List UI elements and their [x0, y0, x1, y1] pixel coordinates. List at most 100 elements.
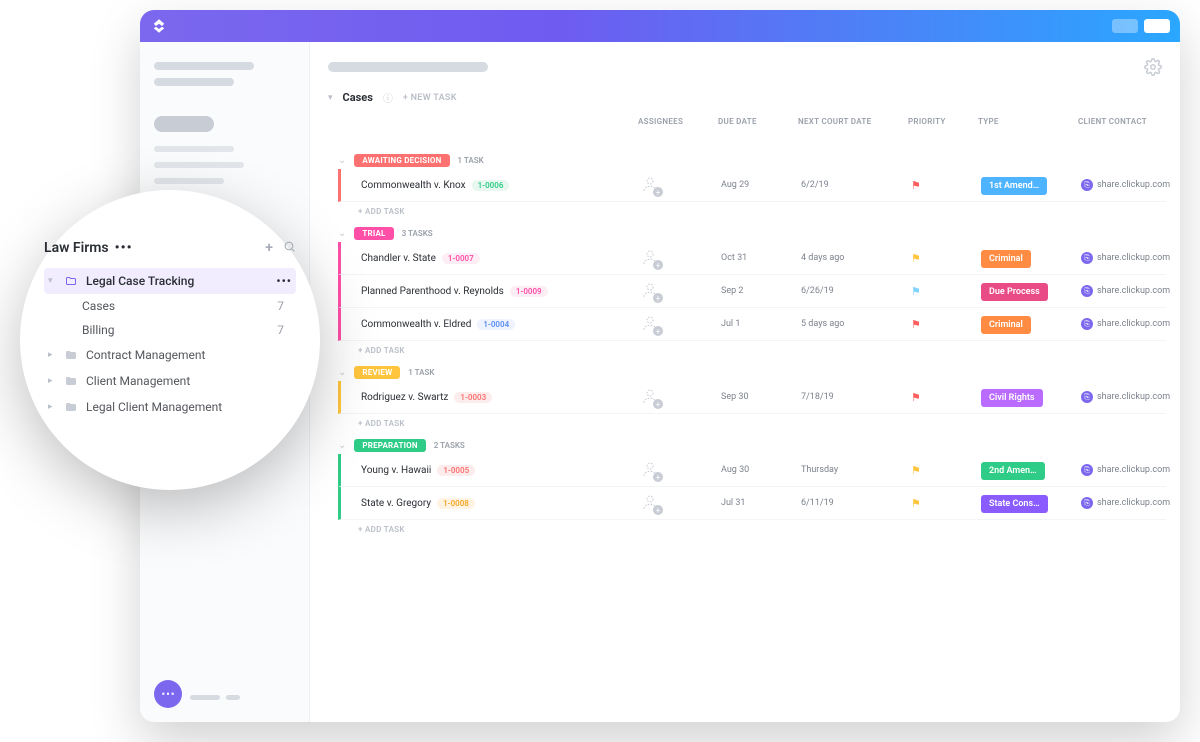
- task-row[interactable]: Young v. Hawaii1-0005+ Aug 30Thursday⚑2nd…: [338, 454, 1166, 487]
- task-id-chip: 1-0009: [510, 286, 548, 297]
- task-id-chip: 1-0003: [454, 392, 492, 403]
- client-contact[interactable]: ⎘share.clickup.com: [1081, 179, 1180, 191]
- status-chip: AWAITING DECISION: [354, 154, 449, 167]
- client-contact[interactable]: ⎘share.clickup.com: [1081, 464, 1180, 476]
- due-date[interactable]: Aug 29: [721, 180, 801, 190]
- chat-button[interactable]: ⋯: [154, 680, 182, 708]
- priority-flag-icon[interactable]: ⚑: [911, 318, 981, 331]
- sidebar-subitem[interactable]: Cases7: [44, 294, 296, 318]
- priority-flag-icon[interactable]: ⚑: [911, 179, 981, 192]
- status-chip: PREPARATION: [354, 439, 425, 452]
- group-header[interactable]: ⌄AWAITING DECISION1 TASK: [338, 152, 1166, 169]
- more-icon[interactable]: •••: [115, 240, 133, 256]
- sidebar-item[interactable]: ▸ Contract Management: [44, 342, 296, 368]
- status-group: ⌄PREPARATION2 TASKSYoung v. Hawaii1-0005…: [338, 437, 1166, 539]
- col-type: TYPE: [978, 117, 1078, 144]
- placeholder-line: [154, 62, 254, 70]
- sidebar-item-label: Contract Management: [86, 348, 205, 362]
- client-contact[interactable]: ⎘share.clickup.com: [1081, 252, 1180, 264]
- task-name: Rodriguez v. Swartz1-0003: [361, 392, 641, 403]
- next-court-date[interactable]: Thursday: [801, 465, 911, 475]
- type-chip[interactable]: Civil Rights: [981, 389, 1043, 407]
- status-group: ⌄TRIAL3 TASKSChandler v. State1-0007+Oct…: [338, 225, 1166, 360]
- more-icon[interactable]: •••: [276, 274, 292, 288]
- task-name: Young v. Hawaii1-0005: [361, 465, 641, 476]
- folder-icon: [64, 375, 78, 387]
- type-chip[interactable]: State Cons…: [981, 495, 1048, 513]
- assignee-add[interactable]: +: [641, 248, 661, 268]
- client-contact[interactable]: ⎘share.clickup.com: [1081, 285, 1180, 297]
- group-header[interactable]: ⌄TRIAL3 TASKS: [338, 225, 1166, 242]
- type-chip[interactable]: 2nd Amen…: [981, 462, 1045, 480]
- assignee-add[interactable]: +: [641, 460, 661, 480]
- add-task-button[interactable]: + ADD TASK: [338, 414, 1166, 433]
- sidebar-item[interactable]: ▸Legal Client Management: [44, 394, 296, 420]
- due-date[interactable]: Sep 30: [721, 392, 801, 402]
- sidebar-zoom: Law Firms ••• + ▾Legal Case Tracking•••C…: [20, 190, 320, 490]
- sidebar-subitem[interactable]: Billing7: [44, 318, 296, 342]
- add-task-button[interactable]: + ADD TASK: [338, 341, 1166, 360]
- sidebar-item[interactable]: ▸Client Management: [44, 368, 296, 394]
- due-date[interactable]: Jul 31: [721, 498, 801, 508]
- next-court-date[interactable]: 6/2/19: [801, 180, 911, 190]
- priority-flag-icon[interactable]: ⚑: [911, 464, 981, 477]
- add-icon[interactable]: +: [265, 240, 273, 256]
- task-name: Chandler v. State1-0007: [361, 253, 641, 264]
- task-count: 1 TASK: [408, 368, 434, 377]
- status-chip: REVIEW: [354, 366, 400, 379]
- next-court-date[interactable]: 7/18/19: [801, 392, 911, 402]
- add-task-button[interactable]: + ADD TASK: [338, 520, 1166, 539]
- priority-flag-icon[interactable]: ⚑: [911, 252, 981, 265]
- task-id-chip: 1-0004: [477, 319, 515, 330]
- status-chip: TRIAL: [354, 227, 393, 240]
- priority-flag-icon[interactable]: ⚑: [911, 285, 981, 298]
- due-date[interactable]: Sep 2: [721, 286, 801, 296]
- add-task-button[interactable]: + ADD TASK: [338, 202, 1166, 221]
- settings-gear-icon[interactable]: [1144, 58, 1162, 76]
- due-date[interactable]: Aug 30: [721, 465, 801, 475]
- priority-flag-icon[interactable]: ⚑: [911, 497, 981, 510]
- placeholder-line: [154, 162, 244, 168]
- priority-flag-icon[interactable]: ⚑: [911, 391, 981, 404]
- placeholder-line: [190, 695, 240, 700]
- assignee-add[interactable]: +: [641, 314, 661, 334]
- window-control[interactable]: [1112, 19, 1138, 33]
- assignee-add[interactable]: +: [641, 387, 661, 407]
- space-header[interactable]: Law Firms ••• +: [44, 240, 296, 256]
- sidebar-item[interactable]: ▾Legal Case Tracking•••: [44, 268, 296, 294]
- main-panel: ▾ Cases ⓘ + NEW TASK ASSIGNEES DUE DATE …: [310, 42, 1180, 722]
- client-contact[interactable]: ⎘share.clickup.com: [1081, 497, 1180, 509]
- task-row[interactable]: Chandler v. State1-0007+ Oct 314 days ago…: [338, 242, 1166, 275]
- next-court-date[interactable]: 4 days ago: [801, 253, 911, 263]
- task-row[interactable]: State v. Gregory1-0008+Jul 316/11/19⚑Sta…: [338, 487, 1166, 520]
- search-icon[interactable]: [283, 240, 296, 253]
- task-count: 3 TASKS: [402, 229, 433, 238]
- assignee-add[interactable]: +: [641, 493, 661, 513]
- type-chip[interactable]: Criminal: [981, 316, 1031, 334]
- groups-container: ⌄AWAITING DECISION1 TASKCommonwealth v. …: [310, 150, 1180, 543]
- type-chip[interactable]: Criminal: [981, 250, 1031, 268]
- task-row[interactable]: Commonwealth v. Knox1-0006+Aug 296/2/19⚑…: [338, 169, 1166, 202]
- type-chip[interactable]: Due Process: [981, 283, 1048, 301]
- group-header[interactable]: ⌄PREPARATION2 TASKS: [338, 437, 1166, 454]
- next-court-date[interactable]: 5 days ago: [801, 319, 911, 329]
- client-contact[interactable]: ⎘share.clickup.com: [1081, 391, 1180, 403]
- next-court-date[interactable]: 6/11/19: [801, 498, 911, 508]
- due-date[interactable]: Jul 1: [721, 319, 801, 329]
- sidebar-item-label: Legal Client Management: [86, 400, 222, 414]
- group-header[interactable]: ⌄REVIEW1 TASK: [338, 364, 1166, 381]
- chevron-right-icon: ▸: [48, 350, 56, 360]
- new-task-button[interactable]: + NEW TASK: [403, 93, 457, 103]
- client-contact[interactable]: ⎘share.clickup.com: [1081, 318, 1180, 330]
- task-row[interactable]: Planned Parenthood v. Reynolds1-0009+Sep…: [338, 275, 1166, 308]
- window-control[interactable]: [1144, 19, 1170, 33]
- type-chip[interactable]: 1st Amend…: [981, 177, 1047, 195]
- task-row[interactable]: Commonwealth v. Eldred1-0004+Jul 15 days…: [338, 308, 1166, 341]
- assignee-add[interactable]: +: [641, 175, 661, 195]
- link-icon: ⎘: [1081, 252, 1093, 264]
- next-court-date[interactable]: 6/26/19: [801, 286, 911, 296]
- due-date[interactable]: Oct 31: [721, 253, 801, 263]
- assignee-add[interactable]: +: [641, 281, 661, 301]
- task-row[interactable]: Rodriguez v. Swartz1-0003+ Sep 307/18/19⚑…: [338, 381, 1166, 414]
- info-icon[interactable]: ⓘ: [383, 90, 393, 105]
